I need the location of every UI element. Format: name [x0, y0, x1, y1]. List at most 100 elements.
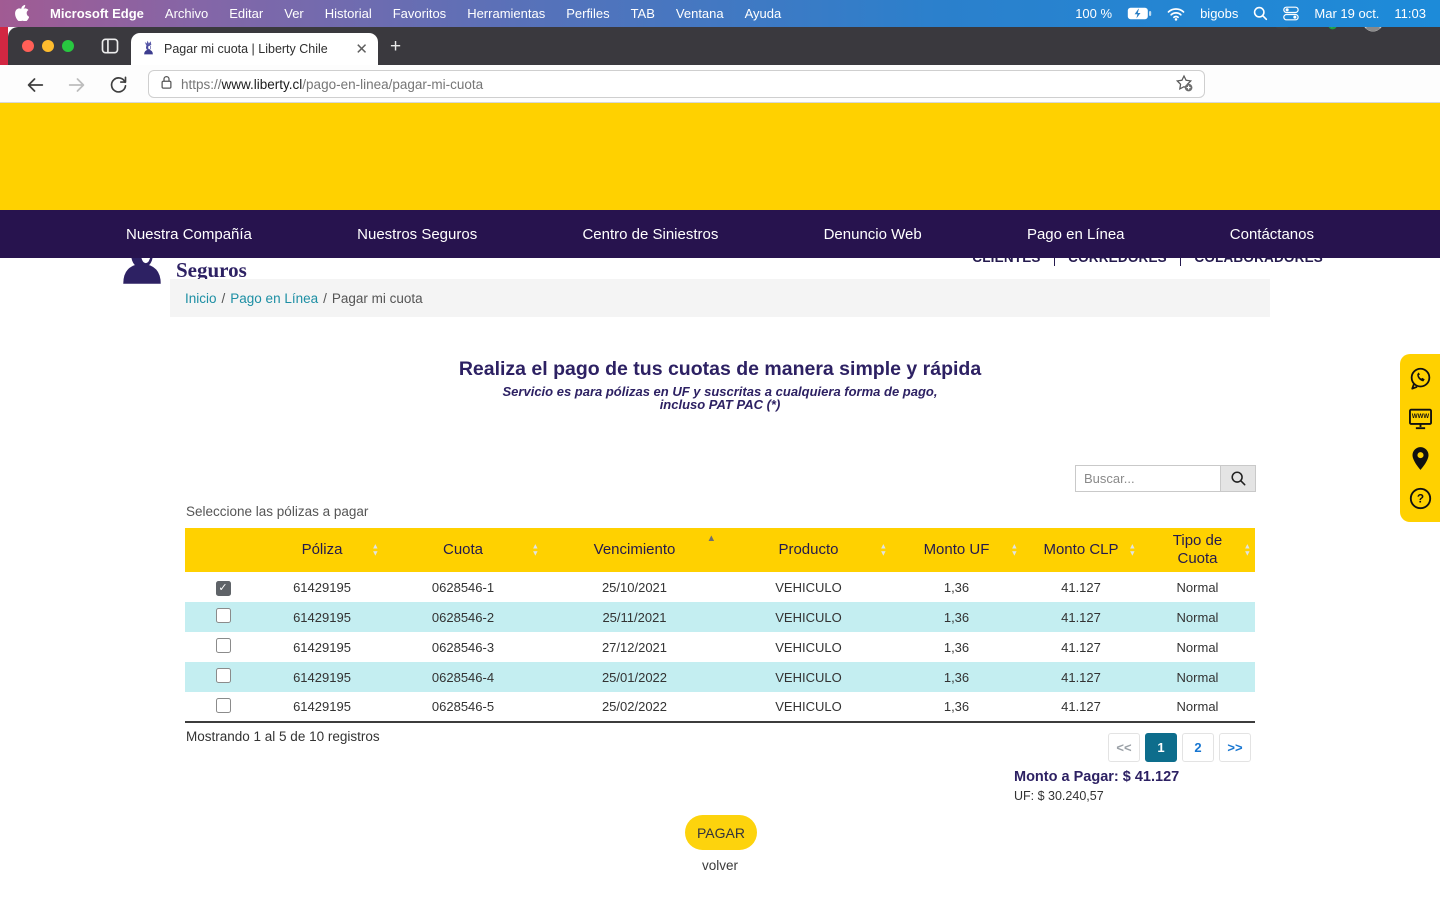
breadcrumb-link[interactable]: Pago en Línea [230, 291, 318, 306]
cell-producto: VEHICULO [726, 692, 891, 722]
checkbox-cell [185, 632, 261, 662]
cell-monto_uf: 1,36 [891, 572, 1022, 602]
menubar-item[interactable]: TAB [631, 6, 655, 21]
table-select-label: Seleccione las pólizas a pagar [186, 504, 368, 519]
nav-item[interactable]: Nuestros Seguros [357, 226, 477, 243]
whatsapp-icon[interactable] [1407, 365, 1434, 392]
apple-menu-icon[interactable] [14, 4, 29, 24]
site-header: Liberty Seguros CLIENTESCORREDORESCOLABO… [0, 103, 1440, 210]
amount-to-pay: Monto a Pagar: $ 41.127 [1014, 769, 1179, 785]
url-bar[interactable]: https://www.liberty.cl/pago-en-linea/pag… [148, 70, 1205, 98]
lock-icon[interactable] [159, 74, 174, 94]
forward-button[interactable] [66, 74, 88, 96]
cell-monto_uf: 1,36 [891, 632, 1022, 662]
row-checkbox[interactable] [216, 668, 231, 683]
cell-monto_clp: 41.127 [1022, 692, 1140, 722]
nav-item[interactable]: Nuestra Compañía [126, 226, 252, 243]
menubar-item[interactable]: Historial [325, 6, 372, 21]
nav-item[interactable]: Centro de Siniestros [582, 226, 718, 243]
back-button[interactable] [24, 74, 46, 96]
policies-table: Póliza▲▼Cuota▲▼Vencimiento▲Producto▲▼Mon… [185, 528, 1255, 723]
column-header[interactable]: Tipo de Cuota▲▼ [1140, 528, 1255, 572]
checkbox-cell [185, 602, 261, 632]
url-text[interactable]: https://www.liberty.cl/pago-en-linea/pag… [181, 77, 483, 92]
cell-vencimiento: 25/11/2021 [543, 602, 726, 632]
cell-tipo: Normal [1140, 632, 1255, 662]
cell-monto_uf: 1,36 [891, 692, 1022, 722]
menubar-item[interactable]: Favoritos [393, 6, 446, 21]
row-checkbox[interactable] [216, 638, 231, 653]
cell-monto_uf: 1,36 [891, 602, 1022, 632]
sort-icon[interactable]: ▲▼ [532, 544, 539, 557]
window-minimize-button[interactable] [42, 40, 54, 52]
cell-producto: VEHICULO [726, 572, 891, 602]
nav-item[interactable]: Contáctanos [1230, 226, 1314, 243]
menubar-item[interactable]: Herramientas [467, 6, 545, 21]
menubar-item[interactable]: Microsoft Edge [50, 6, 144, 21]
tab-close-icon[interactable]: ✕ [355, 42, 368, 57]
column-header[interactable]: Monto CLP▲▼ [1022, 528, 1140, 572]
column-header[interactable]: Póliza▲▼ [261, 528, 383, 572]
cell-monto_clp: 41.127 [1022, 572, 1140, 602]
pagination-next[interactable]: >> [1219, 733, 1251, 762]
sort-icon[interactable]: ▲▼ [1244, 544, 1251, 557]
pagination-page[interactable]: 2 [1182, 733, 1214, 762]
column-header[interactable]: Producto▲▼ [726, 528, 891, 572]
table-row: 614291950628546-425/01/2022VEHICULO1,364… [185, 662, 1255, 692]
sort-ascending-icon[interactable]: ▲ [707, 533, 716, 544]
location-pin-icon[interactable] [1407, 445, 1434, 472]
battery-icon [1127, 7, 1152, 20]
cell-cuota: 0628546-3 [383, 632, 543, 662]
breadcrumb: Inicio/Pago en Línea/Pagar mi cuota [170, 279, 1270, 317]
control-center-icon[interactable] [1283, 6, 1299, 21]
cell-tipo: Normal [1140, 662, 1255, 692]
refresh-button[interactable] [108, 74, 130, 96]
search-button[interactable] [1220, 465, 1256, 492]
back-link[interactable]: volver [0, 858, 1440, 873]
menubar-item[interactable]: Editar [229, 6, 263, 21]
cell-producto: VEHICULO [726, 632, 891, 662]
sort-icon[interactable]: ▲▼ [880, 544, 887, 557]
column-header[interactable]: Monto UF▲▼ [891, 528, 1022, 572]
table-row: 614291950628546-225/11/2021VEHICULO1,364… [185, 602, 1255, 632]
window-close-button[interactable] [22, 40, 34, 52]
add-favorite-icon[interactable] [1174, 73, 1194, 96]
search-input[interactable] [1075, 465, 1220, 492]
menubar-item[interactable]: Archivo [165, 6, 208, 21]
menubar-item[interactable]: Ver [284, 6, 304, 21]
menubar-date[interactable]: Mar 19 oct. [1314, 6, 1379, 21]
wifi-icon[interactable] [1167, 7, 1185, 21]
pagination: <<12>> [1108, 733, 1251, 762]
pay-button[interactable]: PAGAR [685, 815, 757, 850]
menubar-item[interactable]: Ayuda [745, 6, 782, 21]
tab-overview-icon[interactable] [100, 36, 120, 56]
contact-widget: WWW ? [1400, 354, 1440, 522]
sort-icon[interactable]: ▲▼ [1011, 544, 1018, 557]
row-checkbox[interactable] [216, 608, 231, 623]
pagination-page[interactable]: 1 [1145, 733, 1177, 762]
menubar-item[interactable]: Perfiles [566, 6, 609, 21]
column-header[interactable]: Vencimiento▲ [543, 528, 726, 572]
spotlight-search-icon[interactable] [1253, 6, 1268, 21]
help-icon[interactable]: ? [1407, 485, 1434, 512]
checkbox-cell [185, 692, 261, 722]
breadcrumb-link[interactable]: Inicio [185, 291, 217, 306]
browser-tab[interactable]: Pagar mi cuota | Liberty Chile ✕ [131, 33, 378, 65]
sort-icon[interactable]: ▲▼ [372, 544, 379, 557]
nav-item[interactable]: Denuncio Web [824, 226, 922, 243]
row-checkbox[interactable] [216, 698, 231, 713]
window-zoom-button[interactable] [62, 40, 74, 52]
pagination-first[interactable]: << [1108, 733, 1140, 762]
menubar-time[interactable]: 11:03 [1394, 6, 1426, 21]
cell-tipo: Normal [1140, 602, 1255, 632]
column-header[interactable]: Cuota▲▼ [383, 528, 543, 572]
menubar-username[interactable]: bigobs [1200, 6, 1238, 21]
sort-icon[interactable]: ▲▼ [1129, 544, 1136, 557]
row-checkbox[interactable]: ✓ [216, 581, 231, 596]
cell-vencimiento: 25/10/2021 [543, 572, 726, 602]
battery-percent: 100 % [1075, 6, 1112, 21]
nav-item[interactable]: Pago en Línea [1027, 226, 1125, 243]
new-tab-button[interactable]: + [390, 40, 405, 55]
website-monitor-icon[interactable]: WWW [1407, 405, 1434, 432]
menubar-item[interactable]: Ventana [676, 6, 724, 21]
